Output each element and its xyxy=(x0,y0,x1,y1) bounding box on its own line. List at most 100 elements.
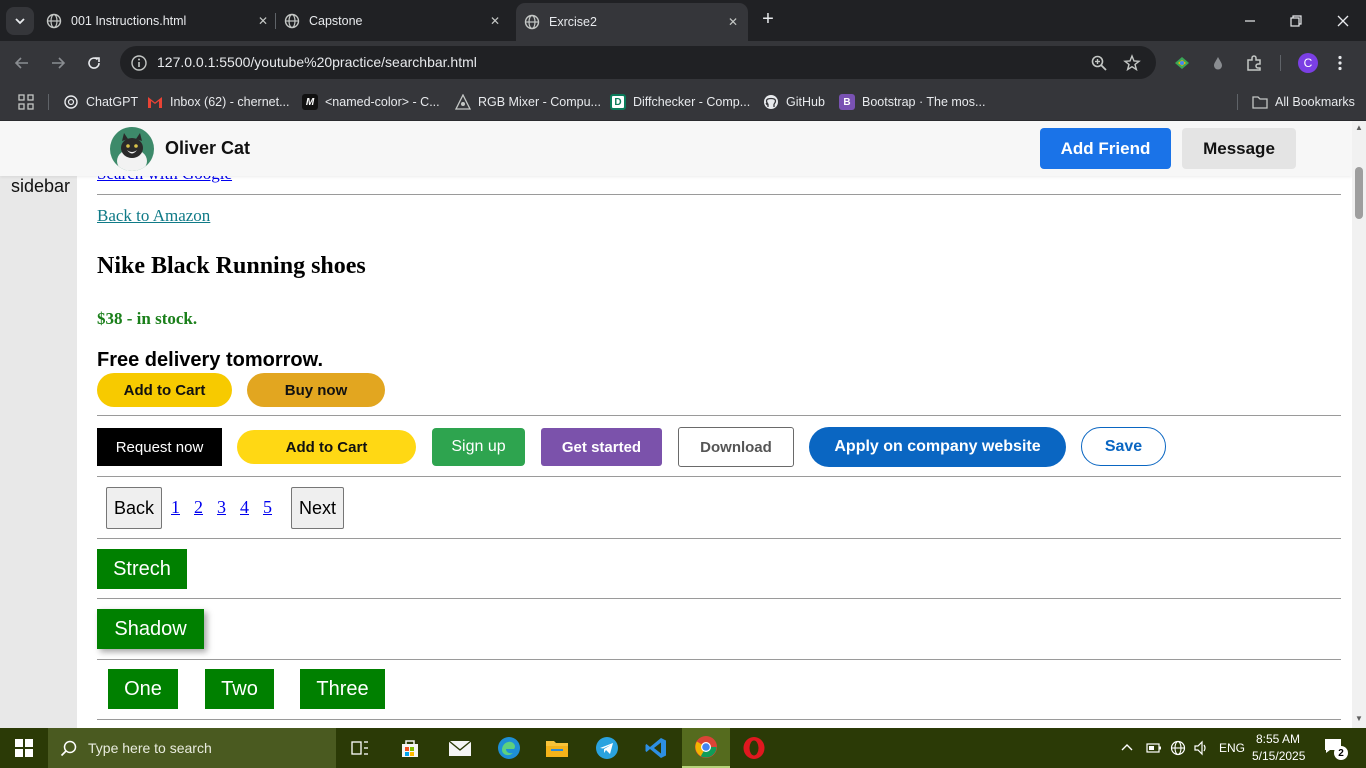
page-link-2[interactable]: 2 xyxy=(194,497,203,518)
close-icon[interactable]: ✕ xyxy=(486,12,504,30)
site-info-icon[interactable] xyxy=(130,54,148,72)
message-button[interactable]: Message xyxy=(1182,128,1296,169)
box-two: Two xyxy=(205,669,274,709)
page-link-1[interactable]: 1 xyxy=(171,497,180,518)
close-window-button[interactable] xyxy=(1320,0,1366,41)
extension-colorful-icon[interactable] xyxy=(1172,53,1192,73)
restore-button[interactable] xyxy=(1273,0,1319,41)
buy-now-button[interactable]: Buy now xyxy=(247,373,385,407)
back-nav-button[interactable] xyxy=(10,51,34,75)
taskbar-search-box[interactable]: Type here to search xyxy=(48,728,336,768)
clock-date: 5/15/2025 xyxy=(1252,749,1306,763)
chrome-app[interactable] xyxy=(682,728,730,768)
profile-avatar[interactable]: C xyxy=(1298,53,1318,73)
chevron-down-icon xyxy=(15,18,25,25)
page-link-5[interactable]: 5 xyxy=(263,497,272,518)
volume-icon[interactable] xyxy=(1193,740,1209,756)
sidebar-label: sidebar xyxy=(11,176,71,196)
download-button[interactable]: Download xyxy=(678,427,794,467)
tab-capstone[interactable]: Capstone ✕ xyxy=(284,4,504,37)
telegram-app[interactable] xyxy=(583,728,631,768)
tab-instructions[interactable]: 001 Instructions.html ✕ xyxy=(46,4,272,37)
product-title: Nike Black Running shoes xyxy=(97,253,366,279)
bookmark-bootstrap[interactable]: B Bootstrap · The mos... xyxy=(839,93,985,111)
apply-button[interactable]: Apply on company website xyxy=(809,427,1066,467)
notification-center-button[interactable]: 2 xyxy=(1324,738,1348,760)
add-friend-button[interactable]: Add Friend xyxy=(1040,128,1171,169)
all-bookmarks-button[interactable]: All Bookmarks xyxy=(1252,93,1355,111)
page-link-4[interactable]: 4 xyxy=(240,497,249,518)
forward-nav-button[interactable] xyxy=(46,51,70,75)
apps-grid-icon[interactable] xyxy=(18,94,34,110)
reload-button[interactable] xyxy=(82,51,106,75)
opera-app[interactable] xyxy=(730,728,778,768)
all-bookmarks-label: All Bookmarks xyxy=(1275,95,1355,109)
globe-icon xyxy=(524,14,540,30)
new-tab-button[interactable]: + xyxy=(757,9,779,31)
zoom-icon[interactable] xyxy=(1090,54,1108,72)
tab-exrcise2[interactable]: Exrcise2 ✕ xyxy=(516,3,748,41)
diffchecker-icon: D xyxy=(610,94,626,110)
task-view-button[interactable] xyxy=(336,728,384,768)
store-app[interactable] xyxy=(386,728,434,768)
file-explorer-app[interactable] xyxy=(533,728,581,768)
clock-time: 8:55 AM xyxy=(1255,732,1301,746)
page-scrollbar[interactable]: ▲ ▼ xyxy=(1352,121,1366,728)
search-placeholder: Type here to search xyxy=(88,740,212,756)
close-icon[interactable]: ✕ xyxy=(724,13,742,31)
microsoft-store-icon xyxy=(402,740,418,757)
main-content: Search with Google Back to Amazon Nike B… xyxy=(77,121,1352,728)
mail-app[interactable] xyxy=(436,728,484,768)
bookmark-star-icon[interactable] xyxy=(1123,54,1141,72)
bootstrap-icon: B xyxy=(839,94,855,110)
pager-next-button[interactable]: Next xyxy=(291,487,344,529)
back-to-amazon-link[interactable]: Back to Amazon xyxy=(97,206,210,226)
system-tray: ENG xyxy=(1120,728,1245,768)
url-text[interactable]: 127.0.0.1:5500/youtube%20practice/search… xyxy=(157,54,477,70)
pager-back-button[interactable]: Back xyxy=(106,487,162,529)
extensions-puzzle-icon[interactable] xyxy=(1244,53,1264,73)
vscode-app[interactable] xyxy=(632,728,680,768)
globe-icon xyxy=(46,13,62,28)
kebab-menu-icon[interactable] xyxy=(1330,53,1350,73)
minimize-button[interactable] xyxy=(1227,0,1273,41)
tab-search-button[interactable] xyxy=(6,7,34,35)
bookmark-chatgpt[interactable]: ChatGPT xyxy=(63,93,138,111)
add-to-cart-button[interactable]: Add to Cart xyxy=(97,373,232,407)
start-button[interactable] xyxy=(0,728,48,768)
browser-tab-bar: 001 Instructions.html ✕ Capstone ✕ Exrci… xyxy=(0,0,1366,41)
chevron-up-icon[interactable] xyxy=(1120,742,1134,754)
request-now-button[interactable]: Request now xyxy=(97,428,222,466)
bookmark-named-color[interactable]: M <named-color> - C... xyxy=(302,93,440,111)
bookmarks-separator xyxy=(48,94,49,110)
strech-box: Strech xyxy=(97,549,187,589)
edge-app[interactable] xyxy=(485,728,533,768)
scroll-up-arrow-icon[interactable]: ▲ xyxy=(1355,124,1363,132)
add-to-cart-pill-button[interactable]: Add to Cart xyxy=(237,430,416,464)
bookmark-gmail[interactable]: Inbox (62) - chernet... xyxy=(147,93,290,111)
bookmark-rgb-mixer[interactable]: RGB Mixer - Compu... xyxy=(455,93,601,111)
address-bar[interactable]: 127.0.0.1:5500/youtube%20practice/search… xyxy=(120,46,1156,79)
save-button[interactable]: Save xyxy=(1081,427,1166,466)
bookmark-diffchecker[interactable]: D Diffchecker - Comp... xyxy=(610,93,750,111)
extension-drop-icon[interactable] xyxy=(1208,53,1228,73)
scrollbar-thumb[interactable] xyxy=(1355,167,1363,219)
page-link-3[interactable]: 3 xyxy=(217,497,226,518)
input-language[interactable]: ENG xyxy=(1219,741,1245,755)
divider xyxy=(97,476,1341,477)
scroll-down-arrow-icon[interactable]: ▼ xyxy=(1355,715,1363,723)
folder-icon xyxy=(1252,94,1268,110)
divider xyxy=(97,538,1341,539)
folder-icon xyxy=(546,741,568,757)
tab-title: Exrcise2 xyxy=(549,15,597,29)
system-clock[interactable]: 8:55 AM 5/15/2025 xyxy=(1252,731,1306,765)
shadow-box: Shadow xyxy=(97,609,204,649)
network-globe-icon[interactable] xyxy=(1170,740,1186,756)
get-started-button[interactable]: Get started xyxy=(541,428,662,466)
close-icon[interactable]: ✕ xyxy=(254,12,272,30)
battery-icon[interactable] xyxy=(1146,742,1162,754)
sidebar: sidebar xyxy=(0,121,77,728)
sign-up-button[interactable]: Sign up xyxy=(432,428,525,466)
bookmark-github[interactable]: GitHub xyxy=(763,93,825,111)
github-icon xyxy=(763,94,779,110)
